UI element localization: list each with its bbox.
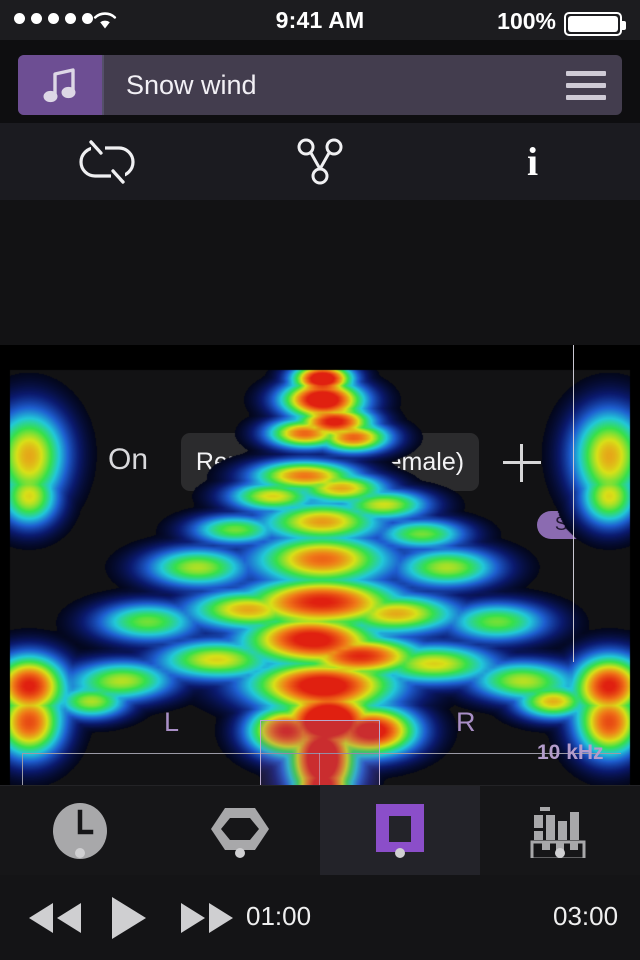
status-bar: 9:41 AM 100% <box>0 0 640 40</box>
info-icon[interactable]: i <box>426 123 639 200</box>
music-note-icon <box>18 55 102 115</box>
freq-tick-label: 10 kHz <box>537 741 604 764</box>
rewind-icon[interactable] <box>24 897 86 939</box>
transport-bar: 01:00 03:00 <box>0 875 640 960</box>
tab-indicator-dot <box>235 848 245 858</box>
loop-icon[interactable] <box>0 123 213 200</box>
square-icon <box>376 804 424 852</box>
app-root: 9:41 AM 100% Snow wind i L R 10 kHz 01:0… <box>0 0 640 960</box>
spectrogram-canvas-wrap <box>0 345 640 785</box>
track-title-bar[interactable]: Snow wind <box>18 55 622 115</box>
tab-mixer[interactable] <box>480 786 640 876</box>
info-icon-label: i <box>526 138 539 184</box>
tab-indicator-dot <box>75 848 85 858</box>
channel-label-right: R <box>456 707 476 737</box>
share-node-icon[interactable] <box>213 123 426 200</box>
elapsed-time: 01:00 <box>246 901 312 931</box>
tab-stereo[interactable] <box>160 786 320 876</box>
play-icon[interactable] <box>102 897 154 939</box>
hamburger-menu-icon[interactable] <box>550 55 622 115</box>
tab-indicator-dot <box>395 848 405 858</box>
tab-bar <box>0 785 640 876</box>
spectrogram-heatmap <box>0 345 640 785</box>
fast-forward-icon[interactable] <box>176 897 238 939</box>
track-title: Snow wind <box>102 55 550 115</box>
total-time: 03:00 <box>553 901 619 931</box>
battery-percent: 100% <box>497 8 556 34</box>
spectrogram-view[interactable]: L R 10 kHz 1 kHz 100 Hz <box>0 345 640 785</box>
tab-spectrum[interactable] <box>320 786 480 876</box>
tab-timer[interactable] <box>0 786 160 876</box>
battery-icon <box>564 12 626 36</box>
tab-indicator-dot <box>555 848 565 858</box>
icon-toolbar: i <box>0 123 640 200</box>
selection-rectangle[interactable] <box>260 720 380 785</box>
channel-label-left: L <box>164 707 180 737</box>
grid-right-axis <box>573 345 574 662</box>
